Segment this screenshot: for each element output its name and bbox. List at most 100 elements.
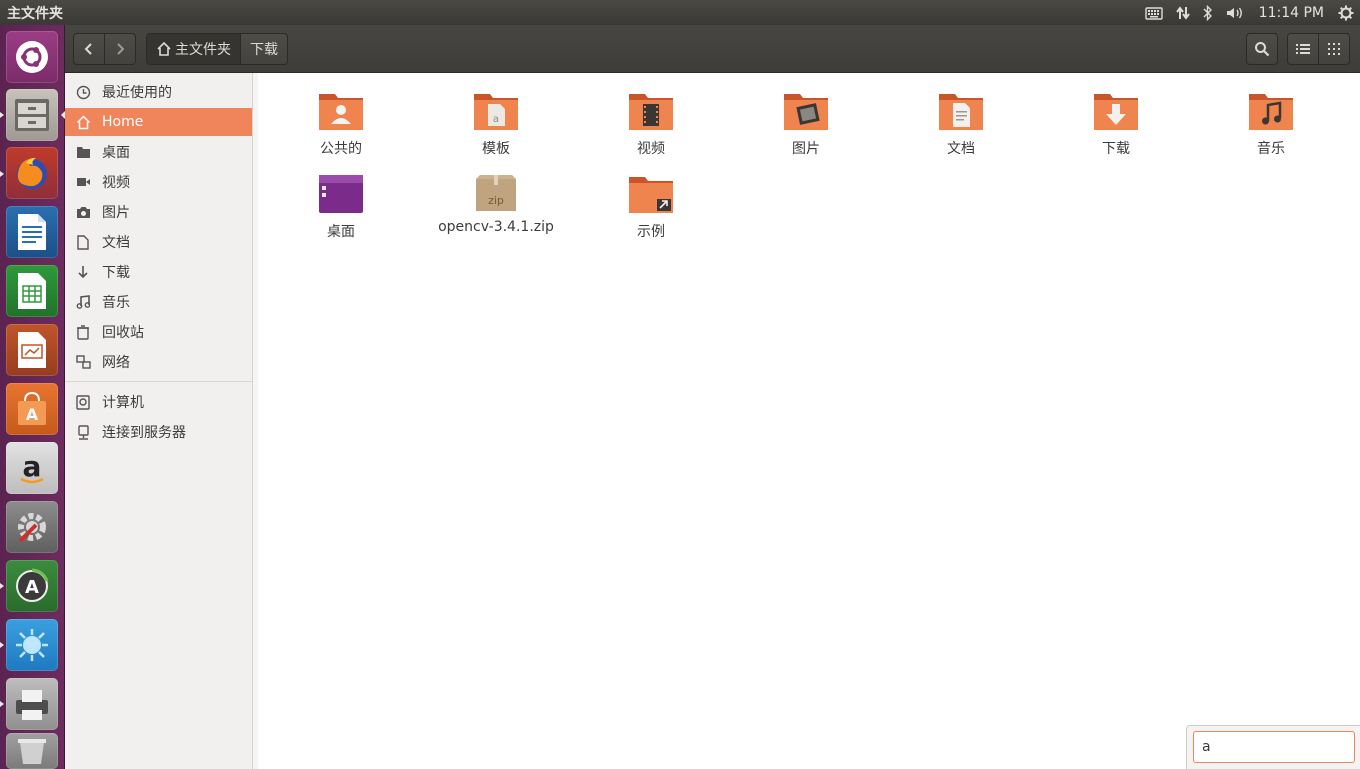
file-item-public[interactable]: 公共的 (281, 86, 401, 158)
music-icon (75, 294, 91, 310)
calc-spreadsheet-icon (18, 273, 46, 309)
file-grid: 公共的 a 模板 视频 图片 文档 下载 音乐 桌面 zip opencv-3.… (258, 73, 1360, 769)
file-label: 桌面 (327, 224, 355, 240)
home-icon (75, 114, 91, 130)
trash-launcher-button[interactable] (6, 733, 58, 769)
app-launcher-button[interactable] (6, 619, 58, 671)
file-label: 公共的 (320, 141, 362, 157)
writer-launcher-button[interactable] (6, 206, 58, 258)
file-item-music[interactable]: 音乐 (1211, 86, 1331, 158)
top-panel: 主文件夹 11:14 PM (0, 0, 1360, 25)
sidebar-item-downloads[interactable]: 下载 (65, 258, 252, 286)
app-menu-title[interactable]: 主文件夹 (0, 3, 63, 23)
dash-home-button[interactable] (6, 31, 58, 83)
typeahead-input[interactable] (1193, 731, 1355, 763)
clock-icon (75, 84, 91, 100)
file-item-zip[interactable]: zip opencv-3.4.1.zip (436, 169, 556, 235)
sidebar-item-trash[interactable]: 回收站 (65, 318, 252, 346)
printer-icon (16, 690, 48, 720)
file-label: 文档 (947, 141, 975, 157)
file-item-pictures[interactable]: 图片 (746, 86, 866, 158)
file-item-templates[interactable]: a 模板 (436, 86, 556, 158)
printer-launcher-button[interactable] (6, 678, 58, 730)
amazon-logo-icon: a (20, 450, 44, 484)
sidebar-item-recent[interactable]: 最近使用的 (65, 78, 252, 106)
file-item-downloads[interactable]: 下载 (1056, 86, 1176, 158)
sidebar-item-documents[interactable]: 文档 (65, 228, 252, 256)
sidebar-item-pictures[interactable]: 图片 (65, 198, 252, 226)
folder-link-icon (627, 169, 675, 217)
sidebar-item-label: 下载 (102, 265, 130, 281)
search-icon (1255, 42, 1270, 57)
keyboard-icon[interactable] (1144, 6, 1163, 20)
breadcrumb-home[interactable]: 主文件夹 (146, 33, 241, 65)
volume-icon[interactable] (1225, 5, 1245, 21)
settings-launcher-button[interactable] (6, 501, 58, 553)
sidebar-item-label: 最近使用的 (102, 85, 172, 101)
sidebar-item-network[interactable]: 网络 (65, 348, 252, 376)
download-icon (75, 264, 91, 280)
calc-launcher-button[interactable] (6, 265, 58, 317)
camera-icon (75, 204, 91, 220)
impress-launcher-button[interactable] (6, 324, 58, 376)
software-center-launcher-button[interactable]: A (6, 383, 58, 435)
sidebar-item-videos[interactable]: 视频 (65, 168, 252, 196)
computer-icon (75, 394, 91, 410)
grid-view-button[interactable] (1318, 33, 1350, 65)
clock[interactable]: 11:14 PM (1259, 5, 1324, 21)
templates-folder-icon: a (472, 86, 520, 134)
files-launcher-button[interactable] (6, 89, 58, 141)
file-item-documents[interactable]: 文档 (901, 86, 1021, 158)
file-label: 模板 (482, 141, 510, 157)
sidebar-item-home[interactable]: Home (65, 108, 252, 136)
amazon-launcher-button[interactable]: a (6, 442, 58, 494)
sidebar-item-desktop[interactable]: 桌面 (65, 138, 252, 166)
ubuntu-logo-icon (16, 41, 48, 73)
back-button[interactable] (73, 33, 105, 65)
software-updater-launcher-button[interactable]: A (6, 560, 58, 612)
list-view-button[interactable] (1287, 33, 1319, 65)
launcher: A a A (0, 25, 65, 769)
sidebar-item-label: 图片 (102, 205, 130, 221)
file-label: opencv-3.4.1.zip (438, 219, 554, 235)
firefox-launcher-button[interactable] (6, 147, 58, 199)
network-icon[interactable] (1175, 5, 1191, 21)
file-item-videos[interactable]: 视频 (591, 86, 711, 158)
svg-text:A: A (25, 577, 39, 598)
typeahead-popup (1186, 725, 1360, 769)
sidebar-item-label: 视频 (102, 175, 130, 191)
places-sidebar: 最近使用的 Home 桌面 视频 图片 文档 下载 音乐 回收站 网络 计算机 (65, 73, 253, 769)
power-gear-icon[interactable] (1338, 5, 1354, 21)
splash-app-icon (16, 629, 48, 661)
trash-icon (75, 324, 91, 340)
file-label: 视频 (637, 141, 665, 157)
file-label: 下载 (1102, 141, 1130, 157)
breadcrumb-home-label: 主文件夹 (175, 42, 231, 58)
sidebar-item-computer[interactable]: 计算机 (65, 388, 252, 416)
sidebar-item-connect-server[interactable]: 连接到服务器 (65, 418, 252, 446)
home-icon (157, 41, 171, 56)
breadcrumb-current-label: 下载 (250, 42, 278, 58)
file-cabinet-icon (15, 99, 49, 131)
breadcrumb-downloads[interactable]: 下载 (240, 33, 288, 65)
running-indicator (0, 583, 4, 589)
running-indicator (0, 112, 4, 118)
svg-text:A: A (26, 405, 39, 424)
sidebar-item-label: Home (102, 114, 144, 130)
desktop-icon (75, 144, 91, 160)
forward-button[interactable] (104, 33, 136, 65)
chevron-right-icon (117, 43, 125, 55)
videos-folder-icon (627, 86, 675, 134)
sidebar-item-label: 计算机 (102, 395, 144, 411)
sidebar-item-music[interactable]: 音乐 (65, 288, 252, 316)
svg-text:a: a (493, 114, 499, 125)
pictures-folder-icon (782, 86, 830, 134)
search-button[interactable] (1246, 33, 1278, 65)
svg-text:a: a (23, 450, 42, 483)
bluetooth-icon[interactable] (1203, 4, 1213, 21)
file-item-examples[interactable]: 示例 (591, 169, 711, 241)
video-icon (75, 174, 91, 190)
music-folder-icon (1247, 86, 1295, 134)
file-item-desktop[interactable]: 桌面 (281, 169, 401, 241)
svg-text:zip: zip (488, 194, 504, 207)
